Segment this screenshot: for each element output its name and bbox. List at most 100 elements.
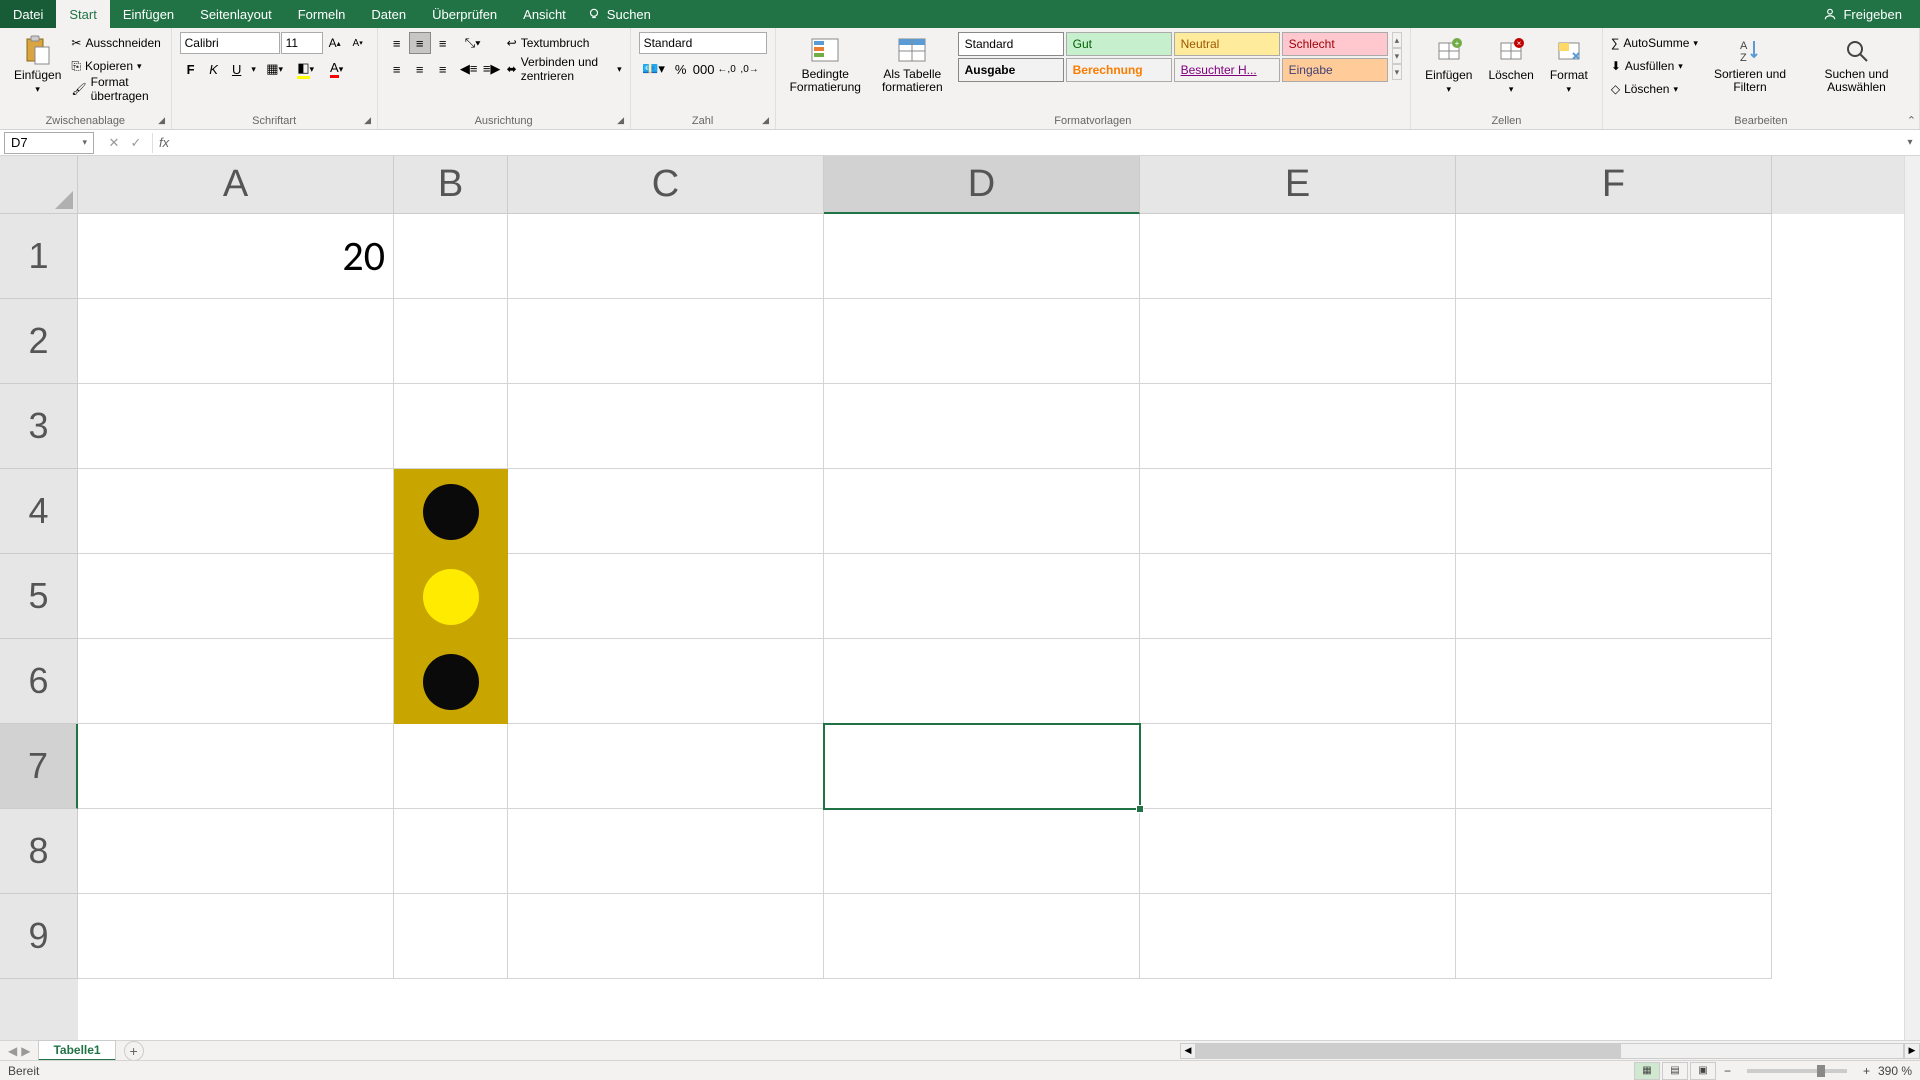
align-top-button[interactable]: ≡ xyxy=(386,32,408,54)
orientation-button[interactable]: ⤡▾ xyxy=(458,32,488,54)
style-berechnung[interactable]: Berechnung xyxy=(1066,58,1172,82)
italic-button[interactable]: K xyxy=(203,58,225,80)
tab-datei[interactable]: Datei xyxy=(0,0,56,28)
cell-A2[interactable] xyxy=(78,299,394,384)
cell-D1[interactable] xyxy=(824,214,1140,299)
row-header-3[interactable]: 3 xyxy=(0,384,78,469)
scroll-left-icon[interactable]: ◀ xyxy=(1180,1043,1196,1059)
style-eingabe[interactable]: Eingabe xyxy=(1282,58,1388,82)
wrap-text-button[interactable]: ↩Textumbruch xyxy=(507,32,622,54)
cell-A8[interactable] xyxy=(78,809,394,894)
vertical-scrollbar[interactable] xyxy=(1904,156,1920,1040)
decrease-indent-button[interactable]: ◀≡ xyxy=(458,58,480,80)
cell-C1[interactable] xyxy=(508,214,824,299)
tab-seitenlayout[interactable]: Seitenlayout xyxy=(187,0,285,28)
cell-D4[interactable] xyxy=(824,469,1140,554)
scroll-more-icon[interactable]: ▾ xyxy=(1392,64,1402,80)
cell-F8[interactable] xyxy=(1456,809,1772,894)
select-all-corner[interactable] xyxy=(0,156,78,214)
cell-E4[interactable] xyxy=(1140,469,1456,554)
row-header-2[interactable]: 2 xyxy=(0,299,78,384)
column-header-B[interactable]: B xyxy=(394,156,508,214)
merge-center-button[interactable]: ⬌Verbinden und zentrieren▾ xyxy=(507,58,622,80)
column-header-A[interactable]: A xyxy=(78,156,394,214)
style-standard[interactable]: Standard xyxy=(958,32,1064,56)
cell-A4[interactable] xyxy=(78,469,394,554)
cell-D9[interactable] xyxy=(824,894,1140,979)
row-header-8[interactable]: 8 xyxy=(0,809,78,894)
cell-C7[interactable] xyxy=(508,724,824,809)
cell-B8[interactable] xyxy=(394,809,508,894)
cell-B1[interactable] xyxy=(394,214,508,299)
border-button[interactable]: ▦▾ xyxy=(260,58,290,80)
bold-button[interactable]: F xyxy=(180,58,202,80)
cell-E2[interactable] xyxy=(1140,299,1456,384)
align-right-button[interactable]: ≡ xyxy=(432,58,454,80)
column-header-D[interactable]: D xyxy=(824,156,1140,214)
enter-formula-button[interactable]: ✓ xyxy=(126,133,146,153)
fill-color-button[interactable]: ◧▾ xyxy=(291,58,321,80)
cell-F1[interactable] xyxy=(1456,214,1772,299)
paste-button[interactable]: Einfügen ▾ xyxy=(8,32,67,97)
format-cells-button[interactable]: Format▾ xyxy=(1544,32,1594,97)
dialog-launcher-icon[interactable]: ◢ xyxy=(759,113,773,127)
tab-daten[interactable]: Daten xyxy=(358,0,419,28)
page-break-view-button[interactable]: ▣ xyxy=(1690,1062,1716,1080)
sheet-next-icon[interactable]: ▶ xyxy=(21,1044,30,1058)
scroll-right-icon[interactable]: ▶ xyxy=(1904,1043,1920,1059)
zoom-in-button[interactable]: + xyxy=(1863,1064,1870,1078)
row-header-1[interactable]: 1 xyxy=(0,214,78,299)
cell-B7[interactable] xyxy=(394,724,508,809)
font-size-select[interactable] xyxy=(281,32,323,54)
name-box[interactable]: D7 ▾ xyxy=(4,132,94,154)
style-gallery-scroll[interactable]: ▴ ▾ ▾ xyxy=(1392,32,1402,80)
cell-F3[interactable] xyxy=(1456,384,1772,469)
zoom-out-button[interactable]: − xyxy=(1724,1064,1731,1078)
align-bottom-button[interactable]: ≡ xyxy=(432,32,454,54)
cell-A9[interactable] xyxy=(78,894,394,979)
sort-filter-button[interactable]: AZ Sortieren und Filtern xyxy=(1702,32,1798,96)
expand-formula-bar-button[interactable]: ▾ xyxy=(1900,137,1920,148)
scroll-up-icon[interactable]: ▴ xyxy=(1392,32,1402,48)
cell-F2[interactable] xyxy=(1456,299,1772,384)
comma-button[interactable]: 000 xyxy=(693,58,715,80)
zoom-slider[interactable] xyxy=(1747,1069,1847,1073)
cell-A3[interactable] xyxy=(78,384,394,469)
font-color-button[interactable]: A▾ xyxy=(322,58,352,80)
tab-ansicht[interactable]: Ansicht xyxy=(510,0,579,28)
tab-einfuegen[interactable]: Einfügen xyxy=(110,0,187,28)
sheet-nav[interactable]: ◀▶ xyxy=(0,1044,38,1058)
cell-E7[interactable] xyxy=(1140,724,1456,809)
style-besuchter[interactable]: Besuchter H... xyxy=(1174,58,1280,82)
cell-E9[interactable] xyxy=(1140,894,1456,979)
zoom-level[interactable]: 390 % xyxy=(1878,1064,1912,1078)
cell-A1[interactable]: 20 xyxy=(78,214,394,299)
cell-D5[interactable] xyxy=(824,554,1140,639)
cell-C2[interactable] xyxy=(508,299,824,384)
copy-button[interactable]: ⎘Kopieren▾ xyxy=(71,55,162,77)
cell-C6[interactable] xyxy=(508,639,824,724)
number-format-select[interactable] xyxy=(639,32,767,54)
column-header-E[interactable]: E xyxy=(1140,156,1456,214)
row-header-9[interactable]: 9 xyxy=(0,894,78,979)
horizontal-scrollbar[interactable]: ◀ ▶ xyxy=(1180,1043,1920,1059)
cell-A6[interactable] xyxy=(78,639,394,724)
cell-E6[interactable] xyxy=(1140,639,1456,724)
cell-F9[interactable] xyxy=(1456,894,1772,979)
sheet-prev-icon[interactable]: ◀ xyxy=(8,1044,17,1058)
clear-button[interactable]: ◇Löschen▾ xyxy=(1611,78,1698,100)
cell-C4[interactable] xyxy=(508,469,824,554)
fill-button[interactable]: ⬇Ausfüllen▾ xyxy=(1611,55,1698,77)
dialog-launcher-icon[interactable]: ◢ xyxy=(361,113,375,127)
row-header-6[interactable]: 6 xyxy=(0,639,78,724)
new-sheet-button[interactable]: + xyxy=(124,1041,144,1061)
increase-decimal-button[interactable]: ←,0 xyxy=(716,58,738,80)
dialog-launcher-icon[interactable]: ◢ xyxy=(614,113,628,127)
cell-C3[interactable] xyxy=(508,384,824,469)
underline-dropdown[interactable]: ▾ xyxy=(249,58,259,80)
row-header-4[interactable]: 4 xyxy=(0,469,78,554)
increase-font-button[interactable]: A▴ xyxy=(324,32,346,54)
format-as-table-button[interactable]: Als Tabelle formatieren xyxy=(871,32,954,96)
page-layout-view-button[interactable]: ▤ xyxy=(1662,1062,1688,1080)
align-left-button[interactable]: ≡ xyxy=(386,58,408,80)
